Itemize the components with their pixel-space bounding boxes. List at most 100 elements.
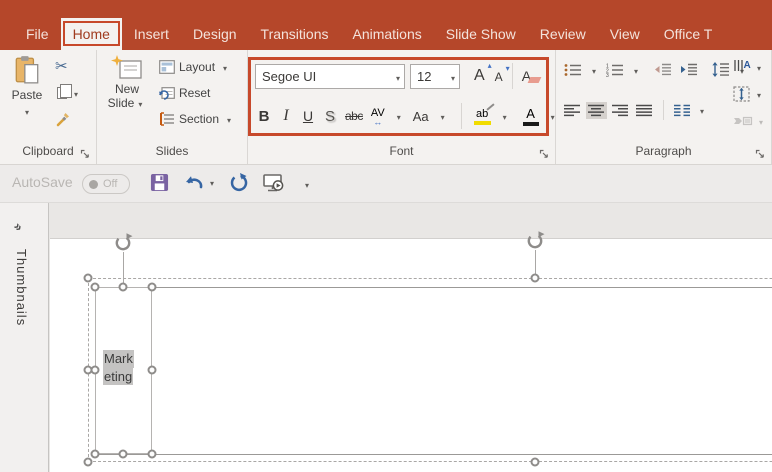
- selection-handle[interactable]: [91, 283, 100, 292]
- text-highlight-caret-icon[interactable]: [499, 107, 511, 125]
- italic-button[interactable]: I: [279, 108, 293, 124]
- shrink-font-arrow-icon: ▾: [506, 65, 510, 73]
- underline-button[interactable]: U: [301, 109, 315, 123]
- text-direction-caret-icon[interactable]: [753, 58, 765, 76]
- change-case-caret-icon[interactable]: [437, 107, 449, 125]
- strikethrough-button[interactable]: abc: [345, 110, 363, 122]
- customize-qat-button[interactable]: [301, 175, 313, 193]
- selection-handle[interactable]: [91, 450, 100, 459]
- copy-icon: [57, 87, 67, 99]
- ribbon-tab-bar: File Home Insert Design Transitions Anim…: [0, 0, 772, 50]
- save-button[interactable]: [150, 173, 169, 192]
- align-text-button[interactable]: [733, 85, 767, 103]
- text-direction-button[interactable]: A: [733, 58, 767, 76]
- expand-thumbnails-chevron-icon[interactable]: »: [11, 219, 27, 235]
- selection-handle[interactable]: [148, 450, 157, 459]
- tab-transitions[interactable]: Transitions: [249, 18, 341, 50]
- font-size-combo[interactable]: 12: [410, 64, 460, 89]
- paste-dropdown-caret-icon[interactable]: [21, 102, 33, 120]
- undo-button[interactable]: [183, 173, 205, 193]
- new-slide-button[interactable]: New Slide: [102, 55, 152, 141]
- numbering-caret-icon[interactable]: [630, 61, 642, 79]
- svg-text:3: 3: [606, 73, 609, 77]
- selection-handle[interactable]: [119, 450, 128, 459]
- slide-canvas[interactable]: Mark eting: [50, 203, 772, 472]
- section-button[interactable]: Section: [159, 110, 235, 128]
- undo-caret-icon[interactable]: ▾: [210, 179, 214, 188]
- section-caret-icon[interactable]: [223, 112, 235, 126]
- reset-button[interactable]: Reset: [159, 84, 235, 102]
- font-name-combo[interactable]: Segoe UI: [255, 64, 405, 89]
- selection-handle[interactable]: [148, 366, 157, 375]
- text-shadow-button[interactable]: S: [323, 109, 337, 124]
- bullets-caret-icon[interactable]: [588, 61, 600, 79]
- rotate-handle-icon[interactable]: [524, 229, 546, 251]
- selection-handle[interactable]: [148, 283, 157, 292]
- layout-button[interactable]: Layout: [159, 58, 235, 76]
- numbering-icon: 123: [606, 63, 624, 77]
- tab-insert-label: Insert: [134, 26, 169, 42]
- tab-home[interactable]: Home: [61, 18, 122, 50]
- font-color-button[interactable]: A: [523, 106, 539, 126]
- font-name-caret-icon[interactable]: [392, 69, 404, 84]
- tab-design[interactable]: Design: [181, 18, 249, 50]
- tab-slide-show-label: Slide Show: [446, 26, 516, 42]
- selected-text-marketing[interactable]: Mark eting: [103, 350, 134, 385]
- increase-indent-button[interactable]: [678, 61, 700, 78]
- tab-view[interactable]: View: [598, 18, 652, 50]
- font-size-value: 12: [417, 69, 447, 84]
- align-right-button[interactable]: [610, 102, 631, 119]
- bold-button[interactable]: B: [257, 109, 271, 124]
- text-highlight-button[interactable]: ab: [474, 108, 491, 125]
- grow-font-button[interactable]: A▴: [474, 68, 485, 84]
- columns-caret-icon[interactable]: [696, 101, 708, 119]
- cut-button[interactable]: ✂: [55, 58, 93, 75]
- tab-file[interactable]: File: [14, 18, 61, 50]
- align-center-button[interactable]: [586, 102, 607, 119]
- selection-handle[interactable]: [84, 274, 93, 283]
- line-spacing-button[interactable]: [710, 60, 732, 79]
- start-slideshow-button[interactable]: [262, 173, 286, 194]
- selection-handle[interactable]: [531, 458, 540, 467]
- font-dialog-launcher[interactable]: [539, 149, 551, 161]
- rotate-handle-icon[interactable]: [112, 231, 134, 253]
- selected-text-line-1: Mark: [103, 350, 134, 368]
- tab-slide-show[interactable]: Slide Show: [434, 18, 528, 50]
- smartart-caret-icon: [755, 112, 767, 130]
- character-spacing-button[interactable]: AV ↔: [371, 107, 385, 126]
- format-painter-button[interactable]: [55, 110, 93, 127]
- change-case-button[interactable]: Aa: [413, 110, 429, 123]
- paragraph-dialog-launcher[interactable]: [755, 149, 767, 161]
- shrink-font-button[interactable]: A▾: [495, 71, 503, 83]
- tab-review[interactable]: Review: [528, 18, 598, 50]
- clipboard-dialog-launcher[interactable]: [80, 149, 92, 161]
- table-selection-outline: [88, 278, 772, 462]
- justify-button[interactable]: [634, 102, 655, 119]
- tab-office-addin[interactable]: Office T: [652, 18, 725, 50]
- paste-button[interactable]: Paste: [5, 55, 49, 141]
- tab-insert[interactable]: Insert: [122, 18, 181, 50]
- font-size-caret-icon[interactable]: [447, 69, 459, 84]
- decrease-indent-button[interactable]: [652, 61, 674, 78]
- selection-handle[interactable]: [119, 283, 128, 292]
- align-text-caret-icon[interactable]: [753, 85, 765, 103]
- character-spacing-caret-icon[interactable]: [393, 107, 405, 125]
- copy-button[interactable]: [55, 84, 93, 101]
- selection-handle[interactable]: [531, 274, 540, 283]
- layout-caret-icon[interactable]: [219, 60, 231, 74]
- thumbnails-panel[interactable]: » Thumbnails: [0, 203, 49, 472]
- convert-smartart-button[interactable]: [733, 112, 767, 130]
- font-row-2: B I U S abc AV ↔ Aa ab: [257, 102, 559, 130]
- bullets-button[interactable]: [562, 61, 584, 79]
- align-left-button[interactable]: [562, 102, 583, 119]
- slides-group-label: Slides: [97, 144, 247, 162]
- numbering-button[interactable]: 123: [604, 61, 626, 79]
- tab-animations[interactable]: Animations: [340, 18, 433, 50]
- selection-handle[interactable]: [91, 366, 100, 375]
- redo-button[interactable]: [228, 173, 248, 193]
- columns-button[interactable]: [672, 102, 693, 119]
- clear-formatting-button[interactable]: A: [522, 68, 531, 84]
- selection-handle[interactable]: [84, 458, 93, 467]
- autosave-toggle[interactable]: Off: [82, 174, 130, 194]
- new-slide-caret-icon[interactable]: [134, 96, 146, 112]
